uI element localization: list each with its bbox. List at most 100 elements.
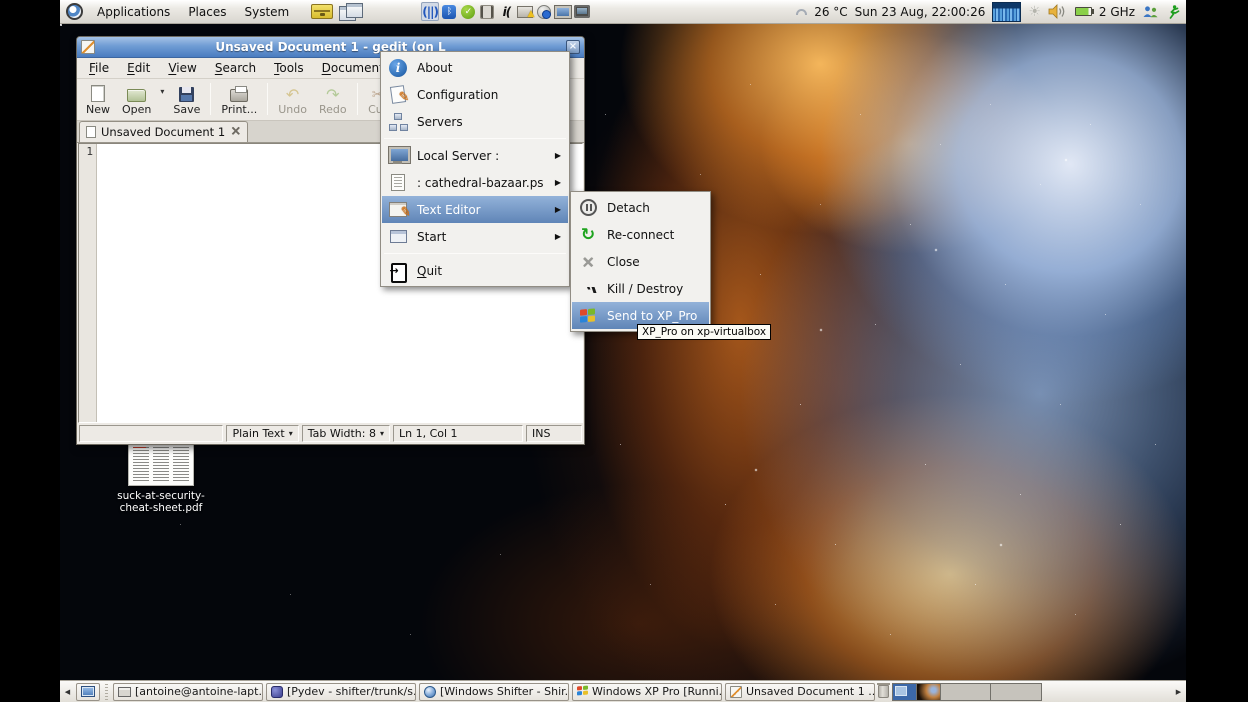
task-pydev-eclipse[interactable]: [Pydev - shifter/trunk/s... bbox=[266, 683, 416, 701]
bluetooth-applet-icon[interactable] bbox=[536, 2, 553, 21]
globe-icon bbox=[424, 686, 436, 698]
syntax-combo[interactable]: Plain Text▾ bbox=[226, 425, 298, 442]
workspace-4[interactable] bbox=[991, 684, 1041, 700]
screen: Applications Places System (||) ᛒ ✓ i( ▲… bbox=[60, 0, 1186, 702]
menu-item-configuration[interactable]: ✎ Configuration bbox=[382, 81, 568, 108]
print-button[interactable]: Print... bbox=[216, 81, 262, 118]
task-terminal[interactable]: [antoine@antoine-lapt... bbox=[113, 683, 263, 701]
user-switcher-icon[interactable] bbox=[1142, 5, 1159, 18]
brightness-icon[interactable]: ☀ bbox=[1028, 4, 1041, 20]
pause-circle-icon bbox=[580, 199, 597, 216]
menu-places[interactable]: Places bbox=[180, 2, 234, 22]
tab-close-icon[interactable]: × bbox=[230, 127, 241, 137]
workspace-2[interactable] bbox=[917, 684, 941, 700]
configuration-icon: ✎ bbox=[390, 85, 406, 104]
file-cabinet-launcher-icon[interactable] bbox=[311, 4, 333, 19]
window-outline-icon bbox=[390, 230, 407, 243]
menu-item-about[interactable]: i About bbox=[382, 54, 568, 81]
menu-view[interactable]: View bbox=[160, 59, 204, 77]
cpu-frequency[interactable]: 2 GHz bbox=[1099, 5, 1135, 19]
clock[interactable]: Sun 23 Aug, 22:00:26 bbox=[855, 5, 986, 19]
weather-temp[interactable]: 26 °C bbox=[814, 5, 847, 19]
insert-mode: INS bbox=[526, 425, 582, 442]
desktop-file-pdf[interactable]: suck-at-security- cheat-sheet.pdf bbox=[90, 442, 232, 514]
menu-item-text-editor[interactable]: ✎ Text Editor ▶ bbox=[382, 196, 568, 223]
windows-flag-icon bbox=[577, 686, 588, 698]
handgun-icon bbox=[579, 283, 597, 295]
tasklist-scroll-right-button[interactable]: ▶ bbox=[1173, 683, 1184, 701]
tab-title: Unsaved Document 1 bbox=[101, 125, 225, 139]
cross-icon: × bbox=[581, 255, 594, 269]
open-folder-icon bbox=[127, 89, 146, 102]
workspace-3[interactable] bbox=[941, 684, 991, 700]
taskbar-separator bbox=[105, 684, 108, 700]
bluetooth-icon[interactable]: ᛒ bbox=[441, 2, 458, 21]
line-number-gutter: 1 bbox=[79, 144, 97, 422]
servers-icon bbox=[389, 113, 408, 131]
task-windows-shifter[interactable]: [Windows Shifter - Shir... bbox=[419, 683, 569, 701]
screenshot-root: Applications Places System (||) ᛒ ✓ i( ▲… bbox=[0, 0, 1248, 702]
show-desktop-button[interactable] bbox=[76, 683, 100, 701]
menu-item-quit[interactable]: → Quit bbox=[382, 257, 568, 284]
menu-item-local-server[interactable]: Local Server : ▶ bbox=[382, 142, 568, 169]
new-button[interactable]: New bbox=[81, 81, 115, 118]
printer-icon bbox=[230, 89, 248, 102]
document-page-icon bbox=[86, 126, 96, 138]
workspace-switcher bbox=[892, 683, 1042, 701]
menu-item-close[interactable]: × Close bbox=[572, 248, 709, 275]
submenu-arrow-icon: ▶ bbox=[555, 178, 561, 187]
shifter-applet-icon[interactable]: (||) bbox=[421, 2, 439, 21]
trash-applet-icon[interactable] bbox=[878, 685, 889, 698]
menu-item-kill-destroy[interactable]: Kill / Destroy bbox=[572, 275, 709, 302]
menu-item-servers[interactable]: Servers bbox=[382, 108, 568, 135]
task-windows-xp-vm[interactable]: Windows XP Pro [Runni... bbox=[572, 683, 722, 701]
open-button[interactable]: Open bbox=[117, 81, 156, 118]
submenu-arrow-icon: ▶ bbox=[555, 232, 561, 241]
refresh-arrows-icon: ↻ bbox=[581, 227, 595, 243]
distro-logo-icon[interactable] bbox=[66, 3, 83, 20]
system-monitor-applet[interactable] bbox=[992, 2, 1021, 22]
undo-button[interactable]: ↶ Undo bbox=[273, 81, 312, 118]
menu-applications[interactable]: Applications bbox=[89, 2, 178, 22]
battery-icon[interactable] bbox=[1075, 7, 1092, 16]
document-tab[interactable]: Unsaved Document 1 × bbox=[79, 121, 248, 142]
menu-search[interactable]: Search bbox=[207, 59, 264, 77]
tasklist-scroll-left-button[interactable]: ◀ bbox=[62, 683, 73, 701]
audio-mixer-icon[interactable] bbox=[479, 2, 496, 21]
skype-status-icon[interactable]: ✓ bbox=[460, 2, 477, 21]
menu-item-start[interactable]: Start ▶ bbox=[382, 223, 568, 250]
open-dropdown-button[interactable]: ▾ bbox=[158, 81, 166, 96]
gedit-statusbar: Plain Text▾ Tab Width: 8▾ Ln 1, Col 1 IN… bbox=[77, 423, 584, 444]
menu-system[interactable]: System bbox=[236, 2, 297, 22]
menu-edit[interactable]: Edit bbox=[119, 59, 158, 77]
gedit-icon bbox=[730, 686, 742, 698]
window-shifter-launcher-icon[interactable] bbox=[339, 3, 363, 20]
save-floppy-icon bbox=[179, 87, 194, 102]
workspace-1[interactable] bbox=[893, 684, 917, 700]
pdf-file-label: suck-at-security- cheat-sheet.pdf bbox=[90, 490, 232, 514]
save-button[interactable]: Save bbox=[168, 81, 205, 118]
force-quit-runner-icon[interactable] bbox=[1166, 5, 1180, 19]
show-desktop-icon bbox=[81, 686, 95, 697]
toolbar-separator bbox=[210, 83, 211, 115]
volume-icon[interactable] bbox=[1048, 4, 1068, 19]
menu-item-cathedral-bazaar[interactable]: : cathedral-bazaar.ps ▶ bbox=[382, 169, 568, 196]
display-warning-icon[interactable]: ▲ bbox=[517, 2, 534, 21]
screen-resolution-icon[interactable] bbox=[574, 2, 591, 21]
tab-width-combo[interactable]: Tab Width: 8▾ bbox=[302, 425, 390, 442]
undo-icon: ↶ bbox=[286, 88, 299, 102]
remote-desktop-icon[interactable] bbox=[555, 2, 572, 21]
menu-file[interactable]: File bbox=[81, 59, 117, 77]
status-message-area bbox=[79, 425, 223, 442]
weather-icon[interactable] bbox=[796, 9, 807, 15]
menu-separator bbox=[384, 253, 566, 254]
task-gedit[interactable]: Unsaved Document 1 ... bbox=[725, 683, 875, 701]
menu-item-reconnect[interactable]: ↻ Re-connect bbox=[572, 221, 709, 248]
submenu-arrow-icon: ▶ bbox=[555, 205, 561, 214]
jack-plug-icon[interactable]: i( bbox=[498, 2, 515, 21]
menu-item-detach[interactable]: Detach bbox=[572, 194, 709, 221]
desktop[interactable]: suck-at-security- cheat-sheet.pdf Unsave… bbox=[60, 24, 1186, 680]
redo-button[interactable]: ↷ Redo bbox=[314, 81, 352, 118]
menu-tools[interactable]: Tools bbox=[266, 59, 312, 77]
text-editor-icon: ✎ bbox=[389, 202, 407, 217]
